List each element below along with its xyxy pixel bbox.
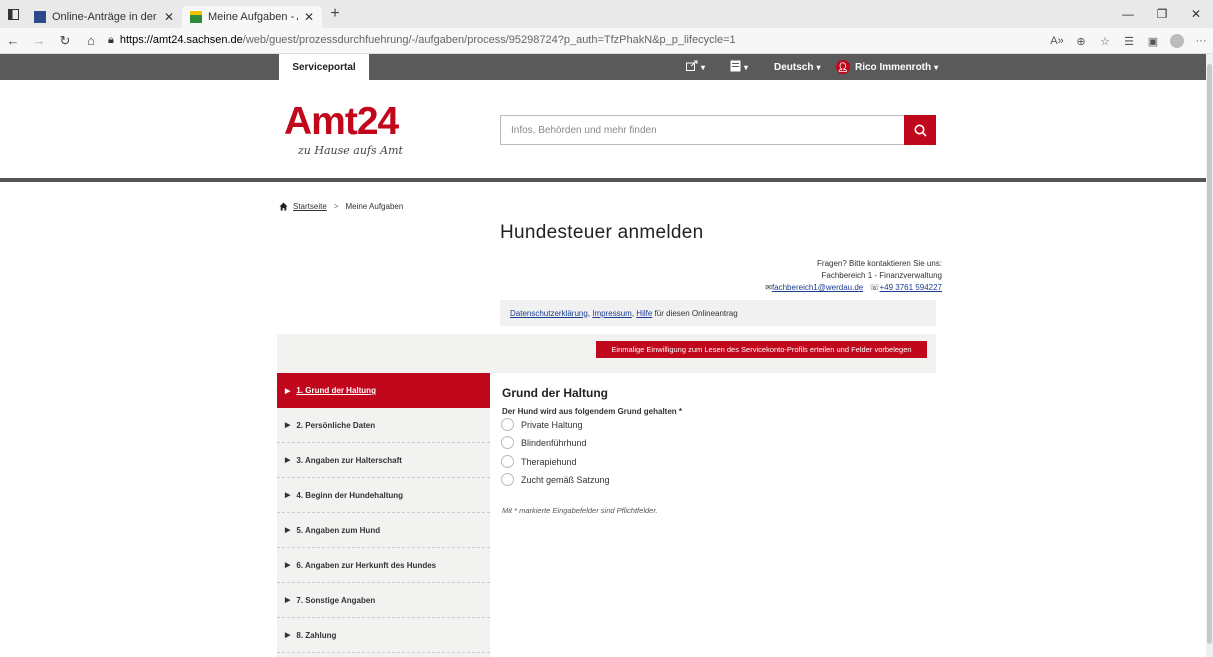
language-menu[interactable]: Deutsch ▾ [774, 54, 820, 80]
close-window-icon[interactable]: ✕ [1179, 0, 1213, 28]
chevron-right-icon: ▶ [285, 492, 291, 499]
chevron-right-icon: ▶ [285, 387, 291, 395]
site-top-nav: Serviceportal ▾ ▾ Deutsch ▾ 👤︎ Rico Immen… [0, 54, 1206, 80]
browser-toolbar-icons: A» ⊕ ☆ ☰ ▣ ··· [1045, 28, 1213, 54]
step-2[interactable]: ▶ 2. Persönliche Daten [277, 408, 490, 443]
user-menu[interactable]: 👤︎ Rico Immenroth ▾ [836, 54, 938, 80]
imprint-link[interactable]: Impressum [592, 309, 632, 318]
radio-zucht-satzung[interactable]: Zucht gemäß Satzung [501, 473, 610, 486]
site-favicon-icon [34, 11, 46, 23]
share-icon [686, 60, 698, 74]
document-icon [730, 60, 741, 75]
chevron-right-icon: ▶ [285, 457, 291, 464]
radio-circle[interactable] [501, 455, 514, 468]
url-field[interactable]: 🔒︎ https://amt24.sachsen.de/web/guest/pro… [104, 34, 984, 47]
close-tab-icon[interactable]: ✕ [304, 10, 314, 24]
tab-actions-icon[interactable] [0, 0, 26, 28]
radio-circle[interactable] [501, 436, 514, 449]
help-link[interactable]: Hilfe [636, 309, 652, 318]
minimize-icon[interactable]: — [1111, 0, 1145, 28]
search-input[interactable] [501, 116, 905, 144]
search-box [500, 115, 936, 145]
email-icon: ✉ [765, 283, 772, 292]
documents-menu[interactable]: ▾ [730, 54, 748, 80]
radio-therapiehund[interactable]: Therapiehund [501, 455, 577, 468]
home-icon[interactable]: ⌂ [78, 28, 104, 54]
close-tab-icon[interactable]: ✕ [164, 10, 174, 24]
step-6[interactable]: ▶ 6. Angaben zur Herkunft des Hundes [277, 548, 490, 583]
scrollbar-thumb[interactable] [1207, 64, 1212, 644]
breadcrumb: Startseite > Meine Aufgaben [279, 202, 403, 211]
favorite-add-icon[interactable]: ☆ [1093, 28, 1117, 54]
search-icon [914, 124, 927, 137]
browser-tab-bar: Online-Anträge in der Stadtverw ✕ Meine … [0, 0, 1213, 28]
legal-links: Datenschutzerklärung, Impressum, Hilfe f… [500, 300, 936, 326]
amt24-logo[interactable]: Amt24 zu Hause aufs Amt [284, 102, 424, 162]
read-aloud-icon[interactable]: A» [1045, 28, 1069, 54]
form-section-title: Grund der Haltung [502, 386, 608, 400]
radio-blindenfuehrhund[interactable]: Blindenführhund [501, 436, 587, 449]
chevron-right-icon: ▶ [285, 422, 291, 429]
new-tab-icon[interactable]: + [322, 5, 348, 23]
chevron-right-icon: ▶ [285, 527, 291, 534]
profile-icon[interactable] [1165, 28, 1189, 54]
page-scrollbar[interactable] [1206, 54, 1213, 657]
form-question-label: Der Hund wird aus folgendem Grund gehalt… [502, 407, 683, 416]
contact-phone-link[interactable]: +49 3761 594227 [879, 283, 942, 292]
chevron-right-icon: ▶ [285, 562, 291, 569]
collections-icon[interactable]: ▣ [1141, 28, 1165, 54]
favorites-icon[interactable]: ☰ [1117, 28, 1141, 54]
chevron-right-icon: ▶ [285, 632, 291, 639]
search-button[interactable] [904, 115, 936, 145]
zoom-icon[interactable]: ⊕ [1069, 28, 1093, 54]
serviceportal-tab[interactable]: Serviceportal [279, 54, 369, 80]
forward-icon[interactable]: → [26, 28, 52, 54]
step-8[interactable]: ▶ 8. Zahlung [277, 618, 490, 653]
step-4[interactable]: ▶ 4. Beginn der Hundehaltung [277, 478, 490, 513]
user-icon: 👤︎ [836, 60, 850, 74]
browser-tab-amt24[interactable]: Meine Aufgaben - Amt24 ✕ [182, 6, 322, 28]
breadcrumb-current: Meine Aufgaben [345, 202, 404, 211]
radio-circle[interactable] [501, 473, 514, 486]
contact-email-link[interactable]: fachbereich1@werdau.de [772, 283, 863, 292]
restore-icon[interactable]: ❐ [1145, 0, 1179, 28]
header-divider [0, 178, 1206, 182]
back-icon[interactable]: ← [0, 28, 26, 54]
required-fields-note: Mit * markierte Eingabefelder sind Pflic… [502, 506, 658, 515]
window-controls: — ❐ ✕ [1111, 0, 1213, 28]
radio-private-haltung[interactable]: Private Haltung [501, 418, 583, 431]
browser-tab-stadtverwaltung[interactable]: Online-Anträge in der Stadtverw ✕ [26, 6, 182, 28]
consent-prefill-button[interactable]: Einmalige Einwilligung zum Lesen des Ser… [596, 341, 927, 358]
share-menu[interactable]: ▾ [686, 54, 705, 80]
lock-icon: 🔒︎ [108, 34, 114, 46]
step-3[interactable]: ▶ 3. Angaben zur Halterschaft [277, 443, 490, 478]
privacy-link[interactable]: Datenschutzerklärung [510, 309, 588, 318]
chevron-right-icon: ▶ [285, 597, 291, 604]
saxony-favicon-icon [190, 11, 202, 23]
phone-icon: ☏ [869, 283, 880, 292]
step-5[interactable]: ▶ 5. Angaben zum Hund [277, 513, 490, 548]
breadcrumb-separator-icon: > [333, 202, 339, 211]
contact-info: Fragen? Bitte kontaktieren Sie uns: Fach… [765, 259, 942, 292]
browser-address-bar: ← → ↻ ⌂ 🔒︎ https://amt24.sachsen.de/web/g… [0, 28, 1213, 54]
reload-icon[interactable]: ↻ [52, 28, 78, 54]
breadcrumb-home-link[interactable]: Startseite [293, 202, 327, 211]
radio-circle[interactable] [501, 418, 514, 431]
more-icon[interactable]: ··· [1189, 28, 1213, 54]
step-1[interactable]: ▶ 1. Grund der Haltung [277, 373, 490, 408]
home-icon [279, 202, 288, 211]
page-title: Hundesteuer anmelden [500, 222, 704, 243]
step-7[interactable]: ▶ 7. Sonstige Angaben [277, 583, 490, 618]
